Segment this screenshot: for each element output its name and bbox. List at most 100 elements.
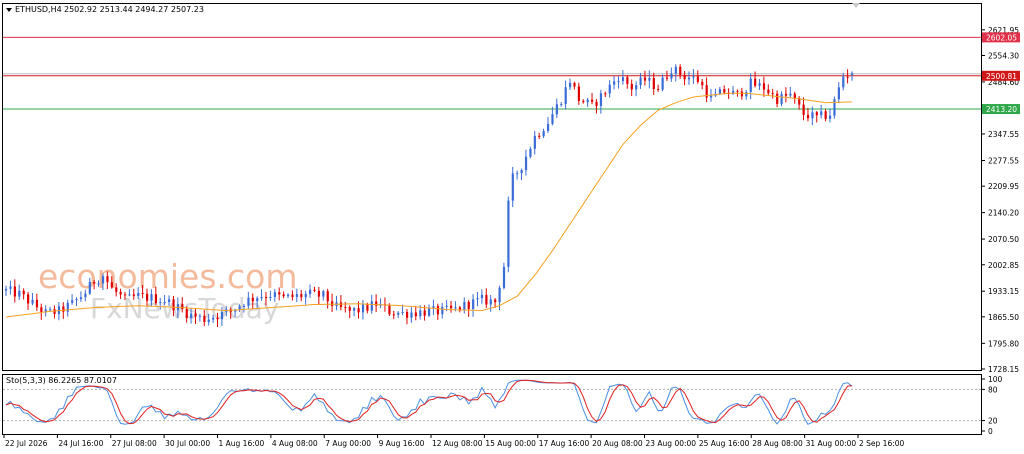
- candle-body: [524, 156, 528, 170]
- candle: [846, 69, 849, 84]
- candle-body: [639, 77, 642, 86]
- candle: [569, 78, 572, 91]
- time-tick-label: 25 Aug 16:00: [699, 439, 750, 448]
- candle: [353, 306, 356, 317]
- dropdown-triangle-icon[interactable]: [6, 8, 12, 12]
- candle-body: [203, 315, 206, 323]
- price-tick-label: 1865.50: [988, 313, 1019, 322]
- candle-body: [463, 301, 466, 311]
- candle: [555, 98, 558, 119]
- candle-body: [154, 294, 158, 304]
- candle-body: [172, 299, 175, 311]
- candle-body: [128, 294, 131, 296]
- candle: [784, 87, 788, 103]
- candle: [701, 78, 704, 90]
- time-tick-label: 12 Aug 08:00: [432, 439, 483, 448]
- candle-body: [754, 78, 757, 86]
- candle-body: [621, 77, 625, 82]
- candle: [66, 299, 69, 317]
- candle-body: [31, 299, 34, 304]
- candle-body: [123, 294, 127, 296]
- candle-body: [520, 169, 523, 174]
- candle-body: [516, 173, 519, 175]
- candle: [683, 71, 686, 86]
- candle: [375, 294, 378, 313]
- candle-body: [485, 294, 488, 305]
- candle-body: [617, 81, 620, 83]
- candle: [326, 288, 329, 309]
- candle-body: [357, 308, 360, 313]
- candle-body: [194, 313, 197, 317]
- candle-body: [84, 293, 87, 298]
- candle-body: [736, 90, 739, 92]
- candle-body: [419, 310, 422, 317]
- oscillator-label: Sto(5,3,3) 86.2265 87.0107: [6, 376, 117, 385]
- candle-body: [137, 292, 140, 296]
- candle-body: [282, 294, 285, 297]
- candle-body: [5, 288, 8, 291]
- candle-body: [115, 287, 118, 292]
- candle-body: [212, 317, 215, 320]
- candle-body: [22, 290, 25, 295]
- candle-body: [13, 286, 17, 297]
- candle: [732, 85, 735, 96]
- candle: [489, 294, 492, 312]
- time-tick-label: 30 Jul 00:00: [165, 439, 210, 448]
- candle-body: [467, 301, 470, 310]
- candle: [348, 305, 351, 319]
- candle: [815, 111, 818, 123]
- candle: [40, 303, 43, 320]
- candle-body: [410, 312, 413, 318]
- candle: [5, 285, 8, 296]
- candle-body: [564, 87, 567, 105]
- candle: [335, 295, 338, 311]
- candle-body: [93, 281, 96, 284]
- candle: [441, 302, 444, 319]
- candle-body: [450, 305, 453, 309]
- candle: [410, 307, 413, 323]
- candle-body: [599, 93, 603, 107]
- candle-body: [811, 112, 814, 119]
- candle: [27, 291, 30, 310]
- candle: [798, 96, 801, 110]
- oscillator-axis: 10080 200: [981, 375, 1003, 436]
- candle-body: [635, 85, 638, 90]
- candle: [9, 280, 12, 295]
- candle-body: [784, 93, 788, 96]
- candle: [533, 130, 536, 155]
- candle-body: [198, 315, 202, 317]
- candle-body: [339, 302, 343, 308]
- candle: [397, 311, 400, 319]
- candle-body: [626, 77, 629, 84]
- candle: [53, 305, 56, 319]
- price-chart[interactable]: economies.com FxNewsToday 2621.952554.30…: [0, 0, 1024, 454]
- candle-body: [555, 104, 558, 115]
- price-tick-label: 1728.15: [988, 365, 1019, 374]
- candle-body: [502, 266, 506, 288]
- candle: [806, 107, 810, 122]
- candle: [696, 70, 699, 84]
- candle: [520, 168, 523, 181]
- symbol-label: ETHUSD,H4: [15, 5, 62, 14]
- candle-body: [613, 81, 616, 85]
- candle: [542, 128, 545, 139]
- candle-body: [718, 89, 722, 94]
- candle-body: [168, 299, 171, 303]
- candle-body: [595, 101, 598, 107]
- candle-body: [749, 78, 752, 93]
- candle-body: [828, 115, 832, 119]
- candle-body: [683, 74, 686, 80]
- candle-body: [445, 305, 448, 307]
- candle-body: [256, 298, 259, 302]
- time-tick-label: 31 Aug 00:00: [806, 439, 857, 448]
- candle-body: [401, 311, 404, 313]
- candle: [613, 75, 616, 90]
- time-tick-label: 20 Aug 08:00: [592, 439, 643, 448]
- candle: [828, 108, 832, 123]
- candle-body: [405, 311, 409, 318]
- scroll-triangle-icon[interactable]: [852, 3, 860, 8]
- candle: [661, 74, 664, 92]
- candle-body: [494, 299, 497, 303]
- candle: [564, 80, 567, 110]
- candle: [428, 304, 431, 318]
